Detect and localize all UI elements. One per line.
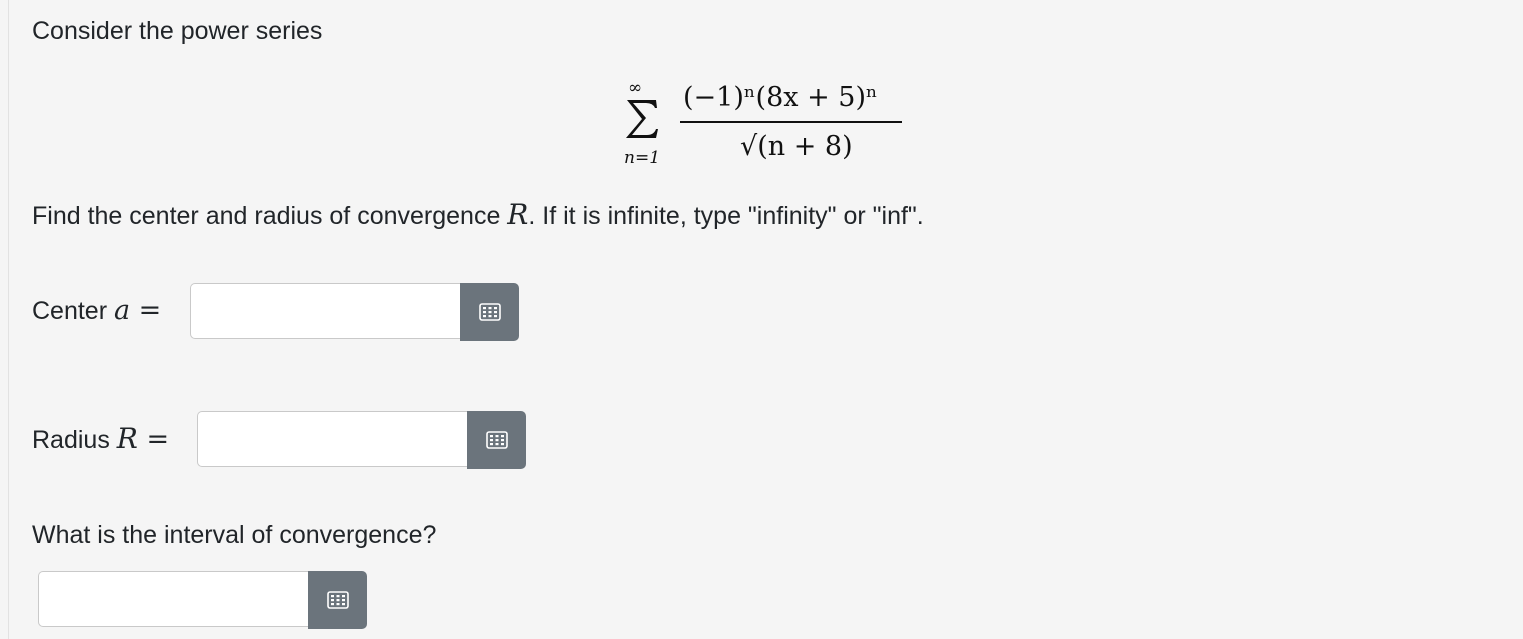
center-label-text: Center	[32, 297, 114, 325]
sum-upper-limit: ∞	[628, 78, 643, 98]
radius-var: R	[116, 422, 138, 455]
formula-denominator: √(n + 8)	[740, 131, 853, 162]
center-label: Center a =	[32, 296, 161, 326]
center-eq: =	[130, 295, 162, 326]
sum-lower-limit: n=1	[624, 148, 661, 168]
intro-text: Consider the power series	[32, 17, 323, 45]
keyboard-icon	[478, 303, 501, 321]
radius-label: Radius R =	[32, 424, 169, 455]
keyboard-icon	[326, 591, 349, 609]
radius-keypad-button[interactable]	[467, 411, 526, 469]
interval-question: What is the interval of convergence?	[32, 521, 437, 549]
keyboard-icon	[485, 431, 508, 449]
interval-keypad-button[interactable]	[308, 571, 367, 629]
radius-input[interactable]	[197, 411, 468, 467]
denominator-text: √(n + 8)	[740, 131, 853, 162]
center-input[interactable]	[190, 283, 461, 339]
radius-eq: =	[137, 424, 170, 455]
instruction-var: R	[507, 198, 529, 231]
power-series-formula: ∞ n=1 (−1)ⁿ(8x + 5)ⁿ √(n + 8)	[610, 78, 910, 178]
numerator-text: (−1)ⁿ(8x + 5)ⁿ	[683, 82, 878, 113]
instruction-text: Find the center and radius of convergenc…	[32, 200, 924, 231]
fraction-bar	[680, 121, 902, 123]
left-border	[8, 0, 9, 639]
instruction-part-2: . If it is infinite, type "infinity" or …	[528, 202, 924, 230]
summation-sigma-icon	[626, 100, 658, 138]
interval-input[interactable]	[38, 571, 309, 627]
instruction-part-1: Find the center and radius of convergenc…	[32, 202, 508, 230]
radius-label-text: Radius	[32, 426, 117, 454]
center-var: a	[113, 295, 131, 326]
center-keypad-button[interactable]	[460, 283, 519, 341]
formula-numerator: (−1)ⁿ(8x + 5)ⁿ	[683, 82, 878, 113]
